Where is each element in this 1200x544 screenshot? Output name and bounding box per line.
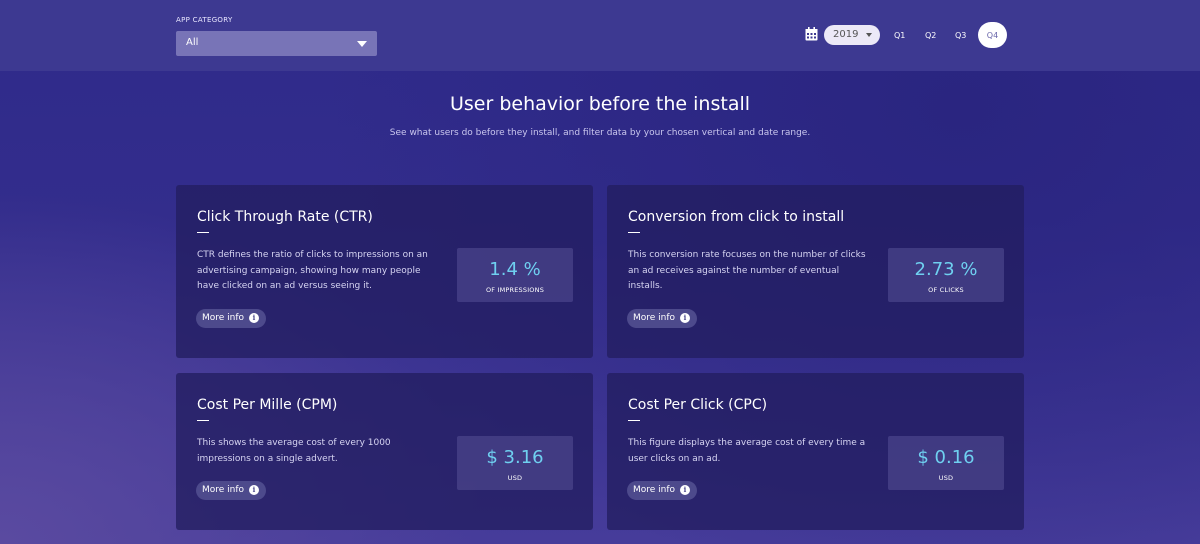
info-icon: i xyxy=(249,313,259,323)
card-title: Click Through Rate (CTR) xyxy=(197,209,373,225)
card-title: Cost Per Click (CPC) xyxy=(628,397,768,413)
cpm-card: Cost Per Mille (CPM) This shows the aver… xyxy=(176,373,593,530)
year-value: 2019 xyxy=(833,29,859,40)
quarter-q4-button[interactable]: Q4 xyxy=(978,22,1007,48)
more-info-label: More info xyxy=(633,485,676,495)
title-divider xyxy=(197,420,209,421)
quarter-q3-button[interactable]: Q3 xyxy=(955,31,966,40)
stat-unit: OF IMPRESSIONS xyxy=(485,286,545,294)
more-info-label: More info xyxy=(202,485,245,495)
calendar-icon[interactable] xyxy=(805,27,818,41)
page-subtitle: See what users do before they install, a… xyxy=(389,128,811,138)
chevron-down-icon xyxy=(357,41,367,47)
chevron-down-icon xyxy=(866,33,872,37)
stat-box: 2.73 % OF CLICKS xyxy=(888,248,1004,302)
cpc-card: Cost Per Click (CPC) This figure display… xyxy=(607,373,1024,530)
stat-unit: USD xyxy=(507,474,523,482)
stat-box: $ 0.16 USD xyxy=(888,436,1004,490)
year-select[interactable]: 2019 xyxy=(824,25,880,45)
stat-value: $ 3.16 xyxy=(486,447,544,468)
more-info-button[interactable]: More info i xyxy=(627,309,697,328)
card-description: CTR defines the ratio of clicks to impre… xyxy=(197,250,428,291)
ctr-card: Click Through Rate (CTR) CTR defines the… xyxy=(176,185,593,358)
info-icon: i xyxy=(249,485,259,495)
info-icon: i xyxy=(680,313,690,323)
stat-box: $ 3.16 USD xyxy=(457,436,573,490)
more-info-button[interactable]: More info i xyxy=(627,481,697,500)
card-title: Cost Per Mille (CPM) xyxy=(197,397,338,413)
more-info-button[interactable]: More info i xyxy=(196,309,266,328)
more-info-label: More info xyxy=(633,313,676,323)
app-category-value: All xyxy=(186,37,199,48)
card-description: This conversion rate focuses on the numb… xyxy=(628,250,866,291)
title-divider xyxy=(628,420,640,421)
stat-unit: OF CLICKS xyxy=(928,286,964,294)
conversion-card: Conversion from click to install This co… xyxy=(607,185,1024,358)
card-title: Conversion from click to install xyxy=(628,209,845,225)
stat-value: 1.4 % xyxy=(489,259,541,280)
card-description: This shows the average cost of every 100… xyxy=(197,438,391,464)
page-title: User behavior before the install xyxy=(449,93,751,115)
more-info-button[interactable]: More info i xyxy=(196,481,266,500)
quarter-q1-button[interactable]: Q1 xyxy=(894,31,905,40)
stat-value: $ 0.16 xyxy=(917,447,975,468)
app-category-label: APP CATEGORY xyxy=(176,16,233,24)
card-description: This figure displays the average cost of… xyxy=(628,438,866,464)
title-divider xyxy=(628,232,640,233)
more-info-label: More info xyxy=(202,313,245,323)
stat-value: 2.73 % xyxy=(914,259,978,280)
title-divider xyxy=(197,232,209,233)
app-category-select[interactable]: All xyxy=(176,31,377,56)
info-icon: i xyxy=(680,485,690,495)
stat-unit: USD xyxy=(938,474,954,482)
stat-box: 1.4 % OF IMPRESSIONS xyxy=(457,248,573,302)
top-filter-bar: APP CATEGORY All 2019 Q1 Q2 Q3 Q4 xyxy=(0,0,1200,71)
quarter-q2-button[interactable]: Q2 xyxy=(925,31,936,40)
